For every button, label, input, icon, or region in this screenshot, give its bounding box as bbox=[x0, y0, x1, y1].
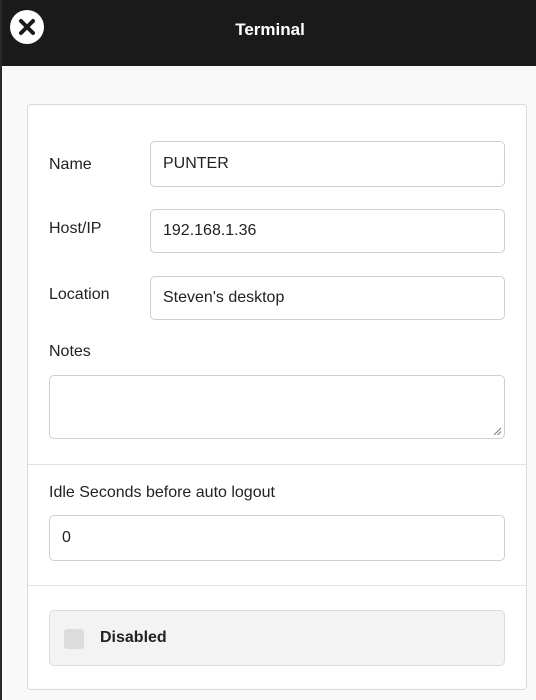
host-label: Host/IP bbox=[49, 220, 102, 237]
name-label: Name bbox=[49, 156, 92, 173]
terminal-form-panel: Name Host/IP Location Notes Idle Seconds… bbox=[27, 104, 527, 690]
disabled-label: Disabled bbox=[100, 629, 167, 646]
notes-textarea[interactable] bbox=[49, 375, 505, 439]
disabled-toggle[interactable]: Disabled bbox=[49, 610, 505, 666]
section-divider bbox=[28, 585, 526, 586]
dialog-title: Terminal bbox=[235, 20, 305, 39]
terminal-dialog: Terminal Name Host/IP Location Notes Idl… bbox=[0, 0, 536, 700]
idle-seconds-label: Idle Seconds before auto logout bbox=[49, 484, 275, 501]
notes-wrapper bbox=[49, 375, 505, 439]
section-divider bbox=[28, 464, 526, 465]
disabled-checkbox[interactable] bbox=[64, 629, 84, 649]
location-label: Location bbox=[49, 286, 110, 303]
notes-label: Notes bbox=[49, 343, 91, 360]
host-input[interactable] bbox=[150, 209, 505, 253]
location-input[interactable] bbox=[150, 276, 505, 320]
name-input[interactable] bbox=[150, 141, 505, 187]
idle-seconds-input[interactable] bbox=[49, 515, 505, 561]
dialog-titlebar: Terminal bbox=[2, 0, 536, 66]
